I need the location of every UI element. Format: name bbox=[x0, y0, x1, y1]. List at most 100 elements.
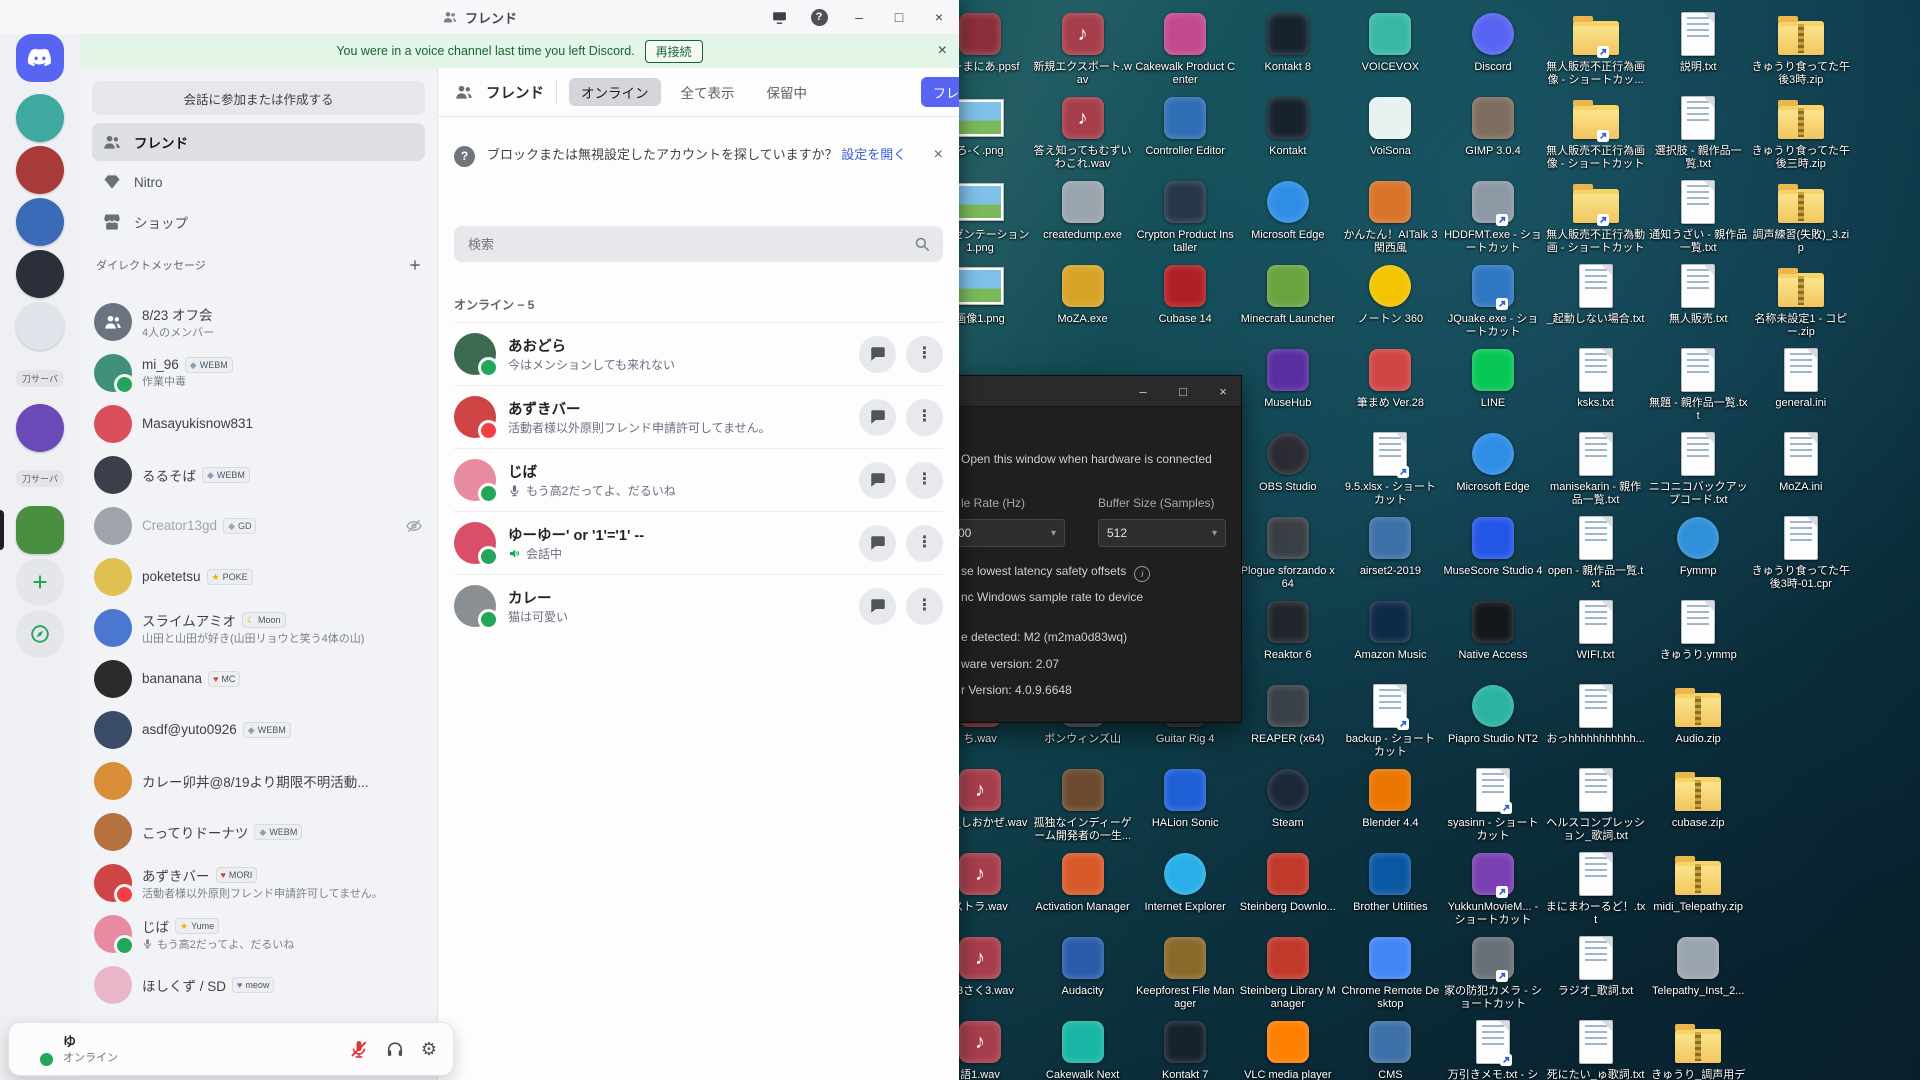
desktop-icon[interactable]: REAPER (x64) bbox=[1237, 682, 1339, 746]
info-icon[interactable]: i bbox=[1134, 566, 1150, 582]
headphones-icon[interactable] bbox=[385, 1039, 405, 1059]
desktop-icon[interactable]: Kontakt 7 bbox=[1134, 1018, 1236, 1080]
desktop-icon[interactable]: Steam bbox=[1237, 766, 1339, 830]
desktop-icon[interactable]: 通知うざい - 親作品一覧.txt bbox=[1647, 178, 1749, 255]
open-settings-link[interactable]: 設定を開く bbox=[841, 147, 906, 162]
desktop-icon[interactable]: Controller Editor bbox=[1134, 94, 1236, 158]
desktop-icon[interactable]: YukkunMovieM... - ショートカット bbox=[1442, 850, 1544, 927]
desktop-icon[interactable]: 万引きメモ.txt - ショートカット bbox=[1442, 1018, 1544, 1080]
sample-rate-dropdown[interactable]: 00▾ bbox=[949, 519, 1065, 547]
sync-sample-rate-checkbox-label[interactable]: nc Windows sample rate to device bbox=[961, 590, 1229, 604]
discord-home-button[interactable] bbox=[16, 34, 64, 82]
desktop-icon[interactable]: ヘルスコンプレッション_歌詞.txt bbox=[1545, 766, 1647, 843]
more-options-button[interactable]: ⋮ bbox=[906, 462, 943, 499]
desktop-icon[interactable]: きゅうり.ymmp bbox=[1647, 598, 1749, 662]
desktop-icon[interactable]: Crypton Product Installer bbox=[1134, 178, 1236, 255]
desktop-icon[interactable]: GIMP 3.0.4 bbox=[1442, 94, 1544, 158]
desktop-icon[interactable]: 筆まめ Ver.28 bbox=[1339, 346, 1441, 410]
explore-servers-button[interactable] bbox=[16, 610, 64, 658]
desktop-icon[interactable]: 9.5.xlsx - ショートカット bbox=[1339, 430, 1441, 507]
desktop-icon[interactable]: 家の防犯カメラ - ショートカット bbox=[1442, 934, 1544, 1011]
friend-row[interactable]: ゆーゆー' or '1'='1' --会話中⋮ bbox=[454, 511, 943, 574]
server-icon[interactable] bbox=[16, 302, 64, 350]
desktop-icon[interactable]: Audacity bbox=[1032, 934, 1134, 998]
desktop-icon[interactable]: かんたん！AITalk 3 関西風 bbox=[1339, 178, 1441, 255]
desktop-icon[interactable]: 調声練習(失敗)_3.zip bbox=[1750, 178, 1852, 255]
dm-list-item[interactable]: mi_96◆WEBM作業中毒 bbox=[86, 347, 431, 398]
join-or-create-button[interactable]: 会話に参加または作成する bbox=[92, 81, 425, 115]
desktop-icon[interactable]: Audio.zip bbox=[1647, 682, 1749, 746]
desktop-icon[interactable]: きゅうり_調声用データ.zip bbox=[1647, 1018, 1749, 1080]
friend-search[interactable] bbox=[454, 226, 943, 262]
server-icon[interactable] bbox=[16, 198, 64, 246]
server-icon[interactable] bbox=[16, 94, 64, 142]
desktop-icon[interactable]: Native Access bbox=[1442, 598, 1544, 662]
desktop-icon[interactable]: まにまわーるど！.txt bbox=[1545, 850, 1647, 927]
desktop-icon[interactable]: 無人販売不正行為画像 - ショートカッ... bbox=[1545, 10, 1647, 87]
dm-list-item[interactable]: ほしくず / SD♥meow bbox=[86, 959, 431, 1010]
desktop-icon[interactable]: 説明.txt bbox=[1647, 10, 1749, 74]
dm-list-item[interactable]: Masayukisnow831 bbox=[86, 398, 431, 449]
tab-保留中[interactable]: 保留中 bbox=[755, 78, 820, 106]
desktop-icon[interactable]: Blender 4.4 bbox=[1339, 766, 1441, 830]
message-button[interactable] bbox=[859, 525, 896, 562]
desktop-icon[interactable]: Kontakt bbox=[1237, 94, 1339, 158]
desktop-icon[interactable]: VOICEVOX bbox=[1339, 10, 1441, 74]
desktop-icon[interactable]: Reaktor 6 bbox=[1237, 598, 1339, 662]
friend-row[interactable]: じばもう高2だってよ、だるいね⋮ bbox=[454, 448, 943, 511]
desktop-icon[interactable]: manisekarin - 親作品一覧.txt bbox=[1545, 430, 1647, 507]
desktop-icon[interactable]: Telepathy_Inst_2... bbox=[1647, 934, 1749, 998]
dm-list-item[interactable]: スライムアミオ☾Moon山田と山田が好き(山田リョウと笑う4体の山) bbox=[86, 602, 431, 653]
desktop-icon[interactable]: Microsoft Edge bbox=[1442, 430, 1544, 494]
maximize-icon[interactable]: □ bbox=[1175, 384, 1191, 399]
friend-row[interactable]: あおどら今はメンションしても来れない⋮ bbox=[454, 322, 943, 385]
desktop-icon[interactable]: cubase.zip bbox=[1647, 766, 1749, 830]
desktop-icon[interactable]: Activation Manager bbox=[1032, 850, 1134, 914]
message-button[interactable] bbox=[859, 462, 896, 499]
server-icon[interactable] bbox=[16, 404, 64, 452]
close-icon[interactable]: × bbox=[919, 0, 959, 34]
desktop-icon[interactable]: ノートン 360 bbox=[1339, 262, 1441, 326]
sidebar-item-フレンド[interactable]: フレンド bbox=[92, 123, 425, 161]
desktop-icon[interactable]: general.ini bbox=[1750, 346, 1852, 410]
desktop-icon[interactable]: おっhhhhhhhhhhh... bbox=[1545, 682, 1647, 746]
reconnect-button[interactable]: 再接続 bbox=[645, 40, 703, 63]
desktop-icon[interactable]: ♪答え知ってもむずいわこれ.wav bbox=[1032, 94, 1134, 171]
desktop-icon[interactable]: Microsoft Edge bbox=[1237, 178, 1339, 242]
desktop-icon[interactable]: 名称未設定1 - コピー.zip bbox=[1750, 262, 1852, 339]
dm-list-item[interactable]: あずきバー♥MORI活動者様以外原則フレンド申請許可してません。 bbox=[86, 857, 431, 908]
open-on-connect-checkbox-label[interactable]: Open this window when hardware is connec… bbox=[961, 452, 1229, 466]
dm-list-item[interactable]: じば★Yumeもう高2だってよ、だるいね bbox=[86, 908, 431, 959]
discord-titlebar[interactable]: フレンド ? – □ × bbox=[0, 0, 959, 35]
desktop-icon[interactable]: きゅうり食ってた午後三時.zip bbox=[1750, 94, 1852, 171]
message-button[interactable] bbox=[859, 336, 896, 373]
desktop-icon[interactable]: MuseHub bbox=[1237, 346, 1339, 410]
maximize-icon[interactable]: □ bbox=[879, 0, 919, 34]
desktop-icon[interactable]: きゅうり食ってた午後3時.zip bbox=[1750, 10, 1852, 87]
search-input[interactable] bbox=[466, 236, 913, 253]
dm-list-item[interactable]: poketetsu★POKE bbox=[86, 551, 431, 602]
desktop-icon[interactable]: _起動しない場合.txt bbox=[1545, 262, 1647, 326]
desktop-icon[interactable]: HDDFMT.exe - ショートカット bbox=[1442, 178, 1544, 255]
minimize-icon[interactable]: – bbox=[1135, 384, 1151, 399]
avatar[interactable] bbox=[19, 1032, 53, 1066]
desktop-icon[interactable]: 無人販売不正行為動画 - ショートカット bbox=[1545, 178, 1647, 255]
dm-list-item[interactable]: カレー卯丼@8/19より期限不明活動... bbox=[86, 755, 431, 806]
tab-全て表示[interactable]: 全て表示 bbox=[669, 78, 747, 106]
desktop-icon[interactable]: ラジオ_歌詞.txt bbox=[1545, 934, 1647, 998]
sidebar-item-ショップ[interactable]: ショップ bbox=[92, 203, 425, 241]
buffer-size-dropdown[interactable]: 512▾ bbox=[1098, 519, 1226, 547]
desktop-icon[interactable]: JQuake.exe - ショートカット bbox=[1442, 262, 1544, 339]
more-options-button[interactable]: ⋮ bbox=[906, 336, 943, 373]
friend-row[interactable]: カレー猫は可愛い⋮ bbox=[454, 574, 943, 637]
desktop-icon[interactable]: Plogue sforzando x64 bbox=[1237, 514, 1339, 591]
desktop-icon[interactable]: Cakewalk Next bbox=[1032, 1018, 1134, 1080]
close-icon[interactable]: × bbox=[1215, 384, 1231, 399]
desktop-icon[interactable]: MoZA.exe bbox=[1032, 262, 1134, 326]
desktop-icon[interactable]: Kontakt 8 bbox=[1237, 10, 1339, 74]
message-button[interactable] bbox=[859, 588, 896, 625]
desktop-icon[interactable]: HALion Sonic bbox=[1134, 766, 1236, 830]
desktop-icon[interactable]: Steinberg Downlo... bbox=[1237, 850, 1339, 914]
desktop-icon[interactable]: Cubase 14 bbox=[1134, 262, 1236, 326]
banner-close-icon[interactable]: × bbox=[938, 42, 947, 60]
